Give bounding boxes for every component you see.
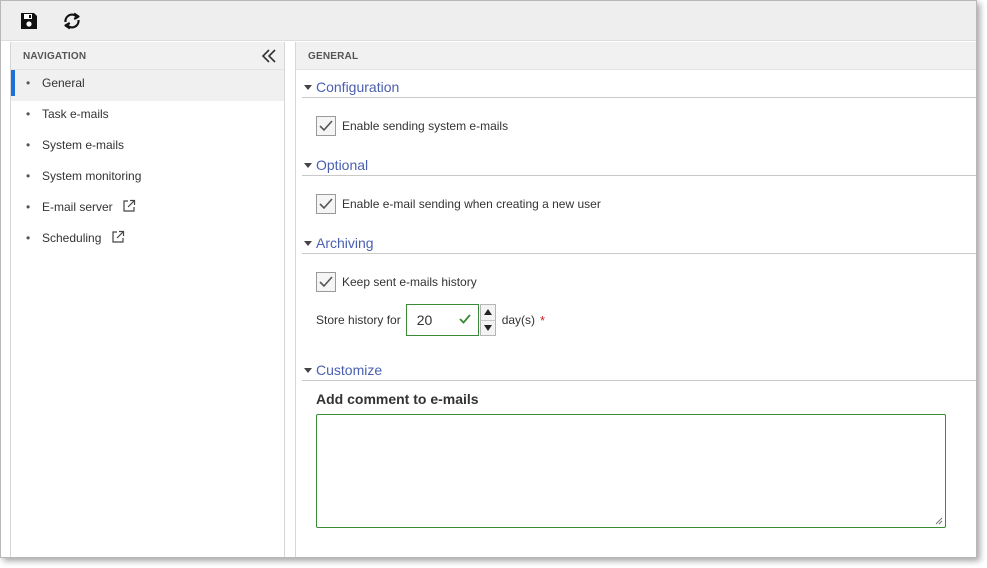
navigation-panel: NAVIGATION • General • Task e-mails • Sy… bbox=[10, 42, 285, 557]
section-title[interactable]: Optional bbox=[316, 157, 368, 173]
section-optional: Optional bbox=[302, 156, 976, 176]
caret-down-icon bbox=[304, 163, 312, 168]
sidebar-item-system-emails[interactable]: • System e-mails bbox=[11, 132, 284, 163]
external-link-icon bbox=[123, 199, 136, 212]
arrow-up-icon bbox=[483, 309, 492, 316]
refresh-icon bbox=[64, 12, 80, 30]
keep-history-checkbox[interactable] bbox=[316, 272, 336, 292]
sidebar-item-label: General bbox=[42, 76, 85, 90]
enable-system-emails-row: Enable sending system e-mails bbox=[316, 116, 508, 136]
sidebar-item-label: System monitoring bbox=[42, 169, 142, 183]
section-title[interactable]: Configuration bbox=[316, 79, 399, 95]
enable-new-user-email-checkbox[interactable] bbox=[316, 194, 336, 214]
section-title[interactable]: Customize bbox=[316, 362, 382, 378]
navigation-list: • General • Task e-mails • System e-mail… bbox=[11, 70, 284, 256]
valid-check-icon bbox=[459, 314, 471, 324]
input-value: 20 bbox=[416, 312, 433, 328]
decrement-button[interactable] bbox=[481, 321, 495, 336]
section-header[interactable]: Configuration bbox=[302, 78, 976, 98]
refresh-button[interactable] bbox=[61, 10, 83, 32]
toolbar bbox=[1, 1, 976, 41]
required-marker: * bbox=[540, 312, 546, 328]
floppy-disk-icon bbox=[21, 13, 37, 29]
section-header[interactable]: Customize bbox=[302, 361, 976, 381]
sidebar-item-label: Task e-mails bbox=[42, 107, 109, 121]
section-customize: Customize bbox=[302, 361, 976, 381]
section-archiving: Archiving bbox=[302, 234, 976, 254]
sidebar-item-email-server[interactable]: • E-mail server bbox=[11, 194, 284, 225]
navigation-title: NAVIGATION bbox=[23, 51, 87, 62]
days-unit-label: day(s) bbox=[501, 313, 536, 327]
double-chevron-left-icon bbox=[261, 49, 276, 63]
checkbox-label: Enable e-mail sending when creating a ne… bbox=[342, 197, 601, 211]
email-settings-window: NAVIGATION • General • Task e-mails • Sy… bbox=[0, 0, 977, 558]
store-history-label: Store history for bbox=[316, 313, 401, 327]
section-configuration: Configuration bbox=[302, 78, 976, 98]
section-header[interactable]: Optional bbox=[302, 156, 976, 176]
sidebar-item-general[interactable]: • General bbox=[11, 70, 284, 101]
enable-system-emails-checkbox[interactable] bbox=[316, 116, 336, 136]
comment-textarea[interactable] bbox=[316, 414, 946, 528]
bullet-icon: • bbox=[26, 200, 31, 214]
bullet-icon: • bbox=[26, 231, 31, 245]
checkbox-label: Keep sent e-mails history bbox=[342, 275, 477, 289]
sidebar-item-task-emails[interactable]: • Task e-mails bbox=[11, 101, 284, 132]
external-link-icon bbox=[112, 230, 124, 243]
bullet-icon: • bbox=[26, 107, 31, 121]
days-stepper bbox=[479, 304, 496, 336]
collapse-navigation-button[interactable] bbox=[260, 47, 278, 65]
sidebar-item-label: E-mail server bbox=[42, 200, 113, 214]
checkmark-icon bbox=[319, 276, 333, 288]
sidebar-item-label: System e-mails bbox=[42, 138, 125, 152]
store-history-row: Store history for 20 day(s) * bbox=[316, 304, 545, 336]
store-history-days-input[interactable]: 20 bbox=[405, 304, 479, 336]
general-header: GENERAL bbox=[296, 42, 976, 70]
general-title: GENERAL bbox=[308, 51, 359, 62]
caret-down-icon bbox=[304, 85, 312, 90]
bullet-icon: • bbox=[26, 138, 31, 152]
enable-new-user-email-row: Enable e-mail sending when creating a ne… bbox=[316, 194, 601, 214]
checkmark-icon bbox=[319, 198, 333, 210]
section-title[interactable]: Archiving bbox=[316, 235, 374, 251]
increment-button[interactable] bbox=[480, 305, 495, 321]
section-header[interactable]: Archiving bbox=[302, 234, 976, 254]
checkmark-icon bbox=[319, 120, 333, 132]
sidebar-item-label: Scheduling bbox=[42, 231, 102, 245]
caret-down-icon bbox=[304, 241, 312, 246]
arrow-down-icon bbox=[483, 324, 492, 331]
bullet-icon: • bbox=[26, 169, 31, 183]
general-panel: GENERAL Configuration Enable sending sys… bbox=[295, 42, 976, 557]
caret-down-icon bbox=[304, 368, 312, 373]
sidebar-item-system-monitoring[interactable]: • System monitoring bbox=[11, 163, 284, 194]
comment-label: Add comment to e-mails bbox=[316, 391, 479, 407]
navigation-header: NAVIGATION bbox=[11, 42, 284, 70]
keep-history-row: Keep sent e-mails history bbox=[316, 272, 477, 292]
bullet-icon: • bbox=[26, 76, 31, 90]
checkbox-label: Enable sending system e-mails bbox=[342, 119, 509, 133]
resize-grip-icon[interactable] bbox=[935, 517, 943, 525]
sidebar-item-scheduling[interactable]: • Scheduling bbox=[11, 225, 284, 256]
save-button[interactable] bbox=[18, 10, 40, 32]
